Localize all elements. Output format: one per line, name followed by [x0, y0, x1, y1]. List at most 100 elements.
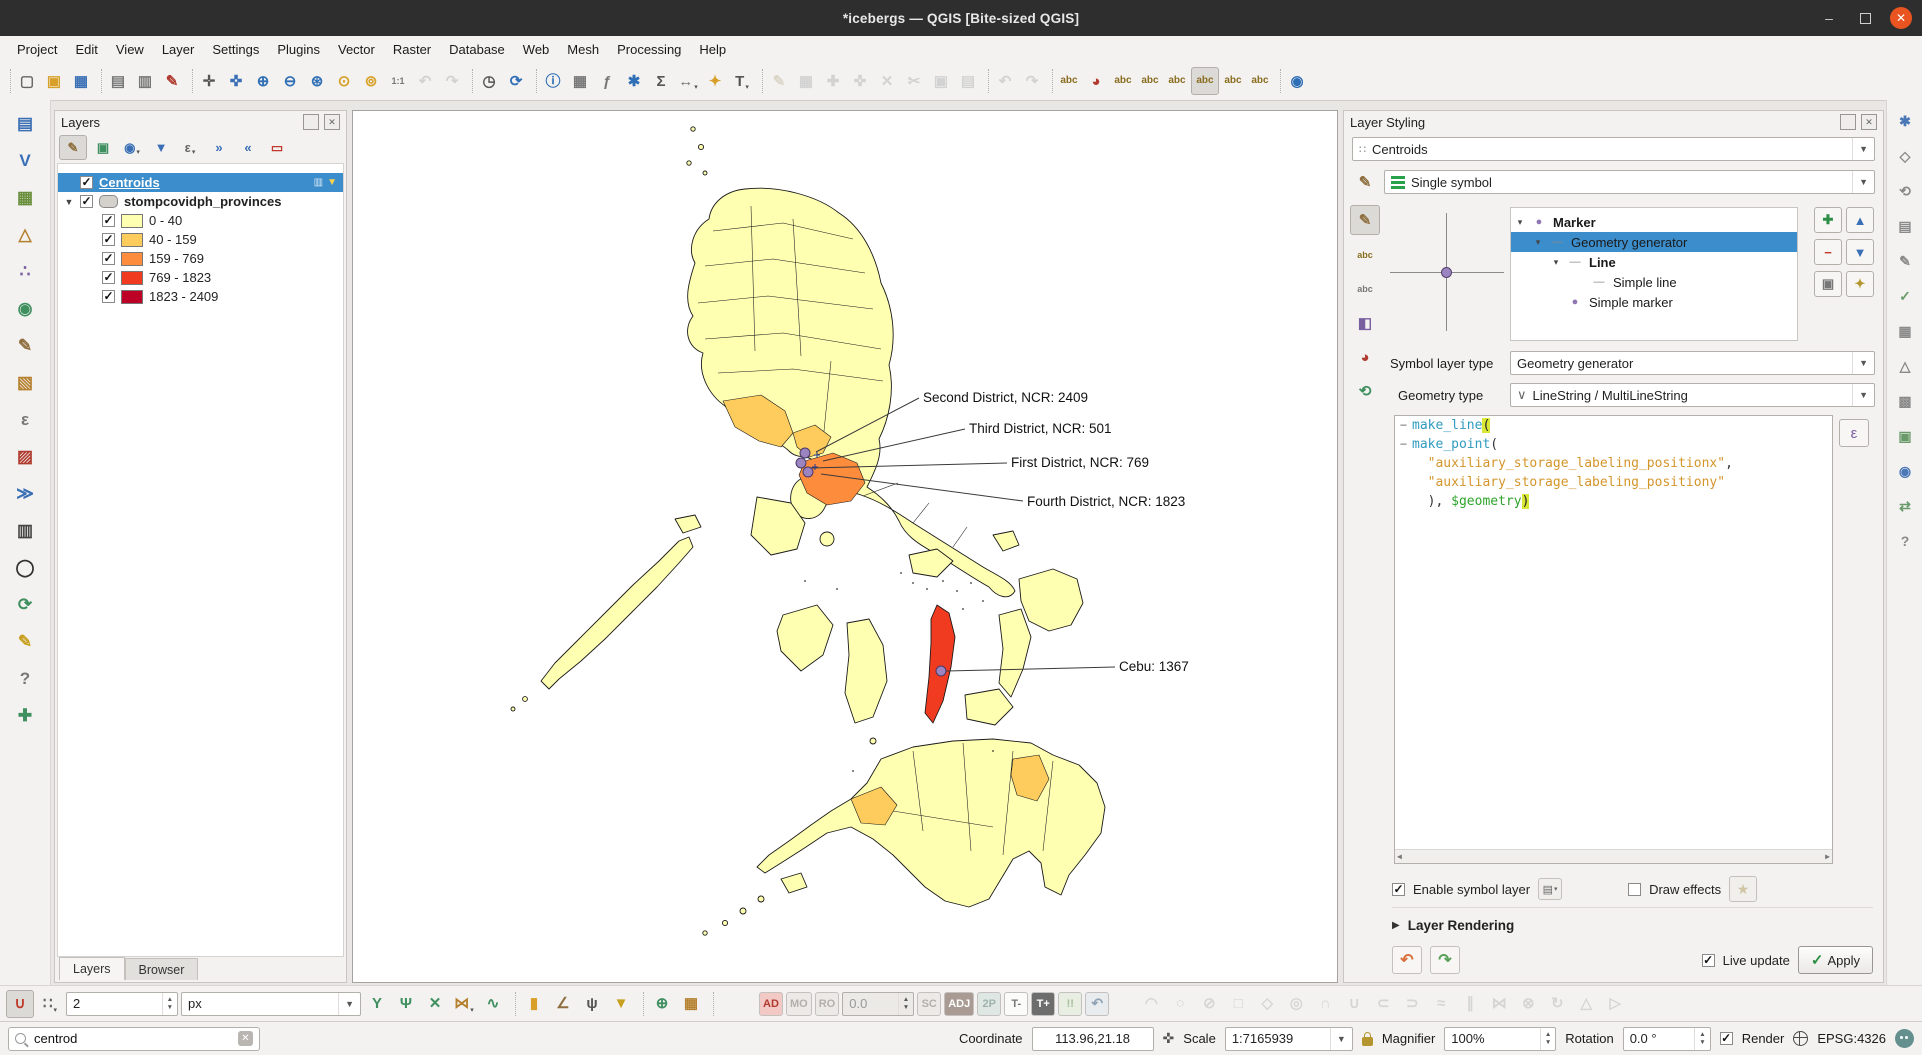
pan-map-icon[interactable]: ✛ ▾	[196, 68, 222, 94]
data-defined-override-icon[interactable]: ▤▾	[1538, 878, 1562, 900]
layer-item-centroids[interactable]: Centroids ▥ ▼	[58, 173, 343, 192]
close-panel-icon[interactable]: ✕	[324, 114, 340, 130]
trim-extend-icon[interactable]: ▷	[1602, 991, 1628, 1017]
clear-search-icon[interactable]: ✕	[238, 1031, 253, 1046]
two-point-badge[interactable]: 2P	[977, 992, 1001, 1016]
expression-editor[interactable]: −make_line(−make_point( "auxiliary_stora…	[1394, 415, 1833, 864]
split-features-icon[interactable]: ⋈	[1486, 991, 1512, 1017]
style-manager-icon[interactable]: ✎ ▾	[159, 68, 185, 94]
spinner-arrows-icon[interactable]: ▲▼	[162, 993, 177, 1015]
menu-item[interactable]: Edit	[66, 38, 106, 60]
show-hide-labels-icon[interactable]: abc ▾	[1164, 68, 1190, 94]
data-source-manager-icon[interactable]: ▤	[10, 108, 40, 138]
manage-map-themes-icon[interactable]: ◉ ▾	[119, 136, 145, 159]
diagrams-tab-icon[interactable]: ◕	[1351, 343, 1379, 371]
undock-panel-icon[interactable]	[1840, 114, 1856, 130]
self-snapping-icon[interactable]: ✕ ▾	[422, 991, 448, 1017]
select-by-expression-icon[interactable]: ε	[10, 404, 40, 434]
sync-icon[interactable]: ⇄	[1892, 493, 1918, 519]
warning-badge[interactable]: !!	[1058, 992, 1082, 1016]
delete-ring-icon[interactable]: ⊂	[1370, 991, 1396, 1017]
zoom-native-icon[interactable]: 1:1 ▾	[385, 68, 411, 94]
construction-guides-icon[interactable]: ∠ ▾	[550, 991, 576, 1017]
menu-item[interactable]: Help	[690, 38, 735, 60]
labels-tab-icon[interactable]: abc	[1351, 241, 1379, 269]
menu-item[interactable]: Database	[440, 38, 514, 60]
add-vector-layer-icon[interactable]: V	[10, 145, 40, 175]
topology-checker-icon[interactable]: ▦	[1892, 318, 1918, 344]
locator-search[interactable]: ✕	[8, 1027, 260, 1051]
graphical-modeler-icon[interactable]: ◇	[1892, 143, 1918, 169]
map-tips-icon[interactable]: ✦ ▾	[702, 68, 728, 94]
snapping-mode-icon[interactable]: ∷ ▾	[37, 991, 63, 1017]
style-redo-button[interactable]: ↷	[1430, 946, 1460, 974]
menu-item[interactable]: View	[107, 38, 153, 60]
enable-symbol-layer-checkbox[interactable]	[1392, 883, 1405, 896]
add-basemap-icon[interactable]: ✚	[10, 700, 40, 730]
circular-string-icon[interactable]: ◠	[1138, 991, 1164, 1017]
search-input[interactable]	[32, 1030, 232, 1047]
merge-features-icon[interactable]: ⊗	[1515, 991, 1541, 1017]
close-button[interactable]: ✕	[1890, 7, 1912, 29]
scale-badge[interactable]: SC	[917, 992, 941, 1016]
expand-triangle-icon[interactable]: ▶	[1392, 920, 1400, 931]
menu-item[interactable]: Project	[8, 38, 66, 60]
symbol-tree-row[interactable]: ▾ — Line	[1511, 252, 1797, 272]
fill-ring-icon[interactable]: ◎	[1283, 991, 1309, 1017]
geometry-type-combo[interactable]: ∨ LineString / MultiLineString ▼	[1510, 383, 1875, 407]
legend-class-row[interactable]: 769 - 1823	[58, 268, 343, 287]
move-symbol-layer-down-icon[interactable]: ▼	[1846, 239, 1874, 265]
coordinate-field[interactable]: 113.96,21.18	[1032, 1027, 1154, 1051]
metasearch-icon[interactable]: ◉ ▾	[1284, 68, 1310, 94]
paste-features-icon[interactable]: ▤ ▾	[955, 68, 981, 94]
new-print-layout-icon[interactable]: ▤ ▾	[105, 68, 131, 94]
legend-class-row[interactable]: 40 - 159	[58, 230, 343, 249]
advanced-digitizing-badge[interactable]: AD	[759, 992, 783, 1016]
filter-legend-icon[interactable]: ▼ ▾	[148, 136, 174, 159]
zoom-to-selection-icon[interactable]: ⊙ ▾	[331, 68, 357, 94]
snapping-tolerance-spinner[interactable]: 2 ▲▼	[66, 992, 178, 1016]
field-calculator-icon[interactable]: ƒ ▾	[594, 68, 620, 94]
symbology-tab-icon[interactable]: ✎	[1350, 205, 1380, 235]
scale-combo[interactable]: 1:7165939 ▼	[1225, 1027, 1353, 1051]
open-layer-styling-panel-icon[interactable]: ✎ ▾	[59, 135, 87, 160]
layer-labeling-icon[interactable]: abc ▾	[1056, 68, 1082, 94]
cut-features-icon[interactable]: ✂ ▾	[901, 68, 927, 94]
apply-button[interactable]: ✓ Apply	[1798, 946, 1873, 974]
legend-class-row[interactable]: 1823 - 2409	[58, 287, 343, 306]
expand-all-icon[interactable]: » ▾	[206, 136, 232, 159]
zoom-next-icon[interactable]: ↷ ▾	[439, 68, 465, 94]
help-contents-icon[interactable]: ?	[1892, 528, 1918, 554]
annotation-pen-icon[interactable]: ✎	[10, 626, 40, 656]
draw-effects-checkbox[interactable]	[1628, 883, 1641, 896]
class-visibility-checkbox[interactable]	[102, 271, 115, 284]
spinner-arrows-icon[interactable]: ▲▼	[1694, 1028, 1709, 1050]
add-ring-icon[interactable]: ∩	[1312, 991, 1338, 1017]
edit-in-place-icon[interactable]: ✎	[1892, 248, 1918, 274]
symbol-tree-row[interactable]: ● Simple marker	[1511, 292, 1797, 312]
new-project-icon[interactable]: ▢ ▾	[14, 68, 40, 94]
globe-layer-icon[interactable]: ◯	[10, 552, 40, 582]
zoom-last-icon[interactable]: ↶ ▾	[412, 68, 438, 94]
delete-part-icon[interactable]: ⊃	[1399, 991, 1425, 1017]
delete-selected-icon[interactable]: ✕ ▾	[874, 68, 900, 94]
symbol-tree-row[interactable]: — Simple line	[1511, 272, 1797, 292]
enable-snapping-icon[interactable]: ∪ ▾	[6, 990, 34, 1018]
move-symbol-layer-up-icon[interactable]: ▲	[1846, 207, 1874, 233]
messages-icon[interactable]	[1895, 1029, 1914, 1048]
osm-place-search-icon[interactable]: ◉	[1892, 458, 1918, 484]
menu-item[interactable]: Mesh	[558, 38, 608, 60]
magnifier-spinner[interactable]: 100% ▲▼	[1444, 1027, 1556, 1051]
redo-icon[interactable]: ↷ ▾	[1019, 68, 1045, 94]
snapping-on-intersection-icon[interactable]: Ψ ▾	[393, 991, 419, 1017]
class-visibility-checkbox[interactable]	[102, 233, 115, 246]
add-group-icon[interactable]: ▣ ▾	[90, 136, 116, 159]
duplicate-symbol-layer-icon[interactable]: ▣	[1814, 271, 1842, 297]
tracing-icon[interactable]: ∿ ▾	[480, 991, 506, 1017]
vertex-marker-icon[interactable]: ▼ ▾	[608, 991, 634, 1017]
view-3d-tab-icon[interactable]: ◧	[1351, 309, 1379, 337]
remove-layer-icon[interactable]: ▭ ▾	[264, 136, 290, 159]
callouts-tab-icon[interactable]: abc	[1351, 275, 1379, 303]
map-canvas[interactable]: Second District, NCR: 2409 Third Distric…	[352, 110, 1338, 983]
toggle-editing-icon[interactable]: ✎ ▾	[766, 68, 792, 94]
